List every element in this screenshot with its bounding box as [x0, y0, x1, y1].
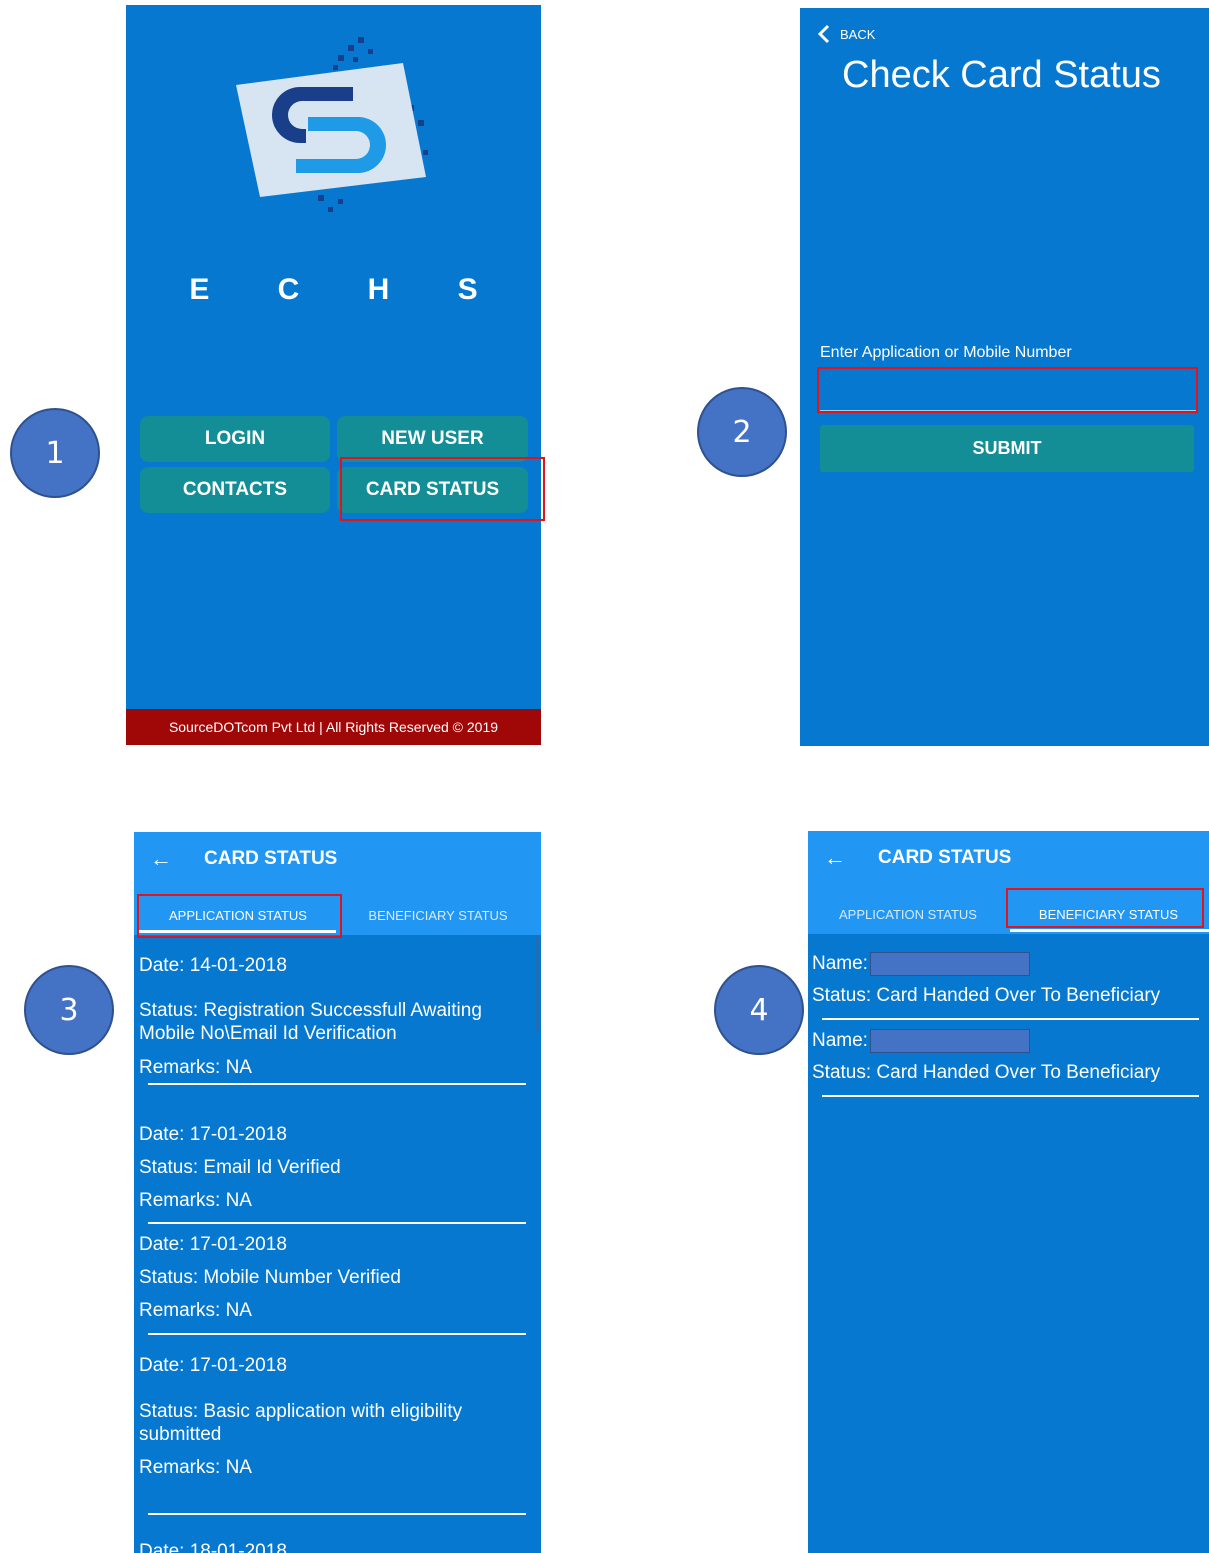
home-screen: E C H S LOGIN NEW USER CONTACTS CARD STA… [126, 5, 541, 745]
entry-status: Status: Basic application with eligibili… [139, 1401, 463, 1445]
name-label: Name: [812, 1030, 868, 1052]
logo-icon [236, 37, 428, 212]
entry-status: Status: Registration Successfull Awaitin… [139, 1000, 482, 1044]
scrollbar[interactable] [535, 936, 539, 1032]
entry-status: Status: Card Handed Over To Beneficiary [812, 1062, 1161, 1083]
entry-date: Date: 18-01-2018 [139, 1541, 287, 1553]
entry-date: Date: 14-01-2018 [139, 955, 287, 976]
back-label: BACK [840, 26, 876, 42]
entry-date: Date: 17-01-2018 [139, 1355, 287, 1376]
entry-date: Date: 17-01-2018 [139, 1124, 287, 1145]
entry-divider [148, 1333, 526, 1335]
entry-divider [148, 1222, 526, 1224]
check-card-status-screen: BACK Check Card Status Enter Application… [800, 8, 1209, 746]
entry-divider [822, 1018, 1199, 1020]
entry-name: Name: [812, 952, 1030, 976]
redacted-name [869, 1029, 1030, 1053]
new-user-button[interactable]: NEW USER [337, 416, 528, 462]
entry-status: Status: Card Handed Over To Beneficiary [812, 985, 1161, 1006]
tab-application-status[interactable]: APPLICATION STATUS [808, 895, 1008, 933]
card-status-button[interactable]: CARD STATUS [337, 467, 528, 513]
contacts-button[interactable]: CONTACTS [140, 467, 330, 513]
app-bar: ← CARD STATUS APPLICATION STATUS BENEFIC… [808, 831, 1209, 934]
entry-divider [822, 1095, 1199, 1097]
footer: SourceDOTcom Pvt Ltd | All Rights Reserv… [126, 709, 541, 745]
application-status-screen: ← CARD STATUS APPLICATION STATUS BENEFIC… [134, 832, 541, 1553]
tab-indicator [1010, 929, 1209, 932]
app-bar: ← CARD STATUS APPLICATION STATUS BENEFIC… [134, 832, 541, 935]
page-title: Check Card Status [842, 54, 1161, 96]
tab-application-status[interactable]: APPLICATION STATUS [138, 896, 338, 934]
entry-date: Date: 17-01-2018 [139, 1234, 287, 1255]
tab-beneficiary-status[interactable]: BENEFICIARY STATUS [338, 896, 538, 934]
entry-divider [148, 1083, 526, 1085]
entry-status: Status: Email Id Verified [139, 1157, 341, 1178]
tab-indicator [138, 930, 336, 933]
app-name: E C H S [189, 273, 508, 306]
name-label: Name: [812, 953, 868, 975]
submit-button[interactable]: SUBMIT [820, 425, 1194, 472]
back-arrow-icon[interactable]: ← [150, 846, 172, 872]
entry-remarks: Remarks: NA [139, 1300, 252, 1321]
back-arrow-icon[interactable]: ← [824, 845, 846, 871]
screen-title: CARD STATUS [204, 848, 338, 869]
step-4-badge: 4 [714, 965, 804, 1055]
step-1-badge: 1 [10, 408, 100, 498]
beneficiary-status-screen: ← CARD STATUS APPLICATION STATUS BENEFIC… [808, 831, 1209, 1553]
entry-remarks: Remarks: NA [139, 1457, 252, 1478]
step-2-badge: 2 [697, 387, 787, 477]
entry-remarks: Remarks: NA [139, 1057, 252, 1078]
back-link[interactable]: BACK [816, 24, 875, 44]
footer-text: SourceDOTcom Pvt Ltd | All Rights Reserv… [168, 719, 499, 735]
tab-beneficiary-status[interactable]: BENEFICIARY STATUS [1008, 895, 1209, 933]
input-label: Enter Application or Mobile Number [820, 344, 1072, 361]
application-or-mobile-input[interactable] [820, 372, 1198, 411]
login-button[interactable]: LOGIN [140, 416, 330, 462]
entry-name: Name: [812, 1029, 1030, 1053]
step-3-badge: 3 [24, 965, 114, 1055]
entry-status: Status: Mobile Number Verified [139, 1267, 401, 1288]
screen-title: CARD STATUS [878, 847, 1012, 868]
entry-divider [148, 1513, 526, 1515]
redacted-name [869, 952, 1030, 976]
back-chevron-icon [817, 24, 830, 44]
entry-remarks: Remarks: NA [139, 1190, 252, 1211]
